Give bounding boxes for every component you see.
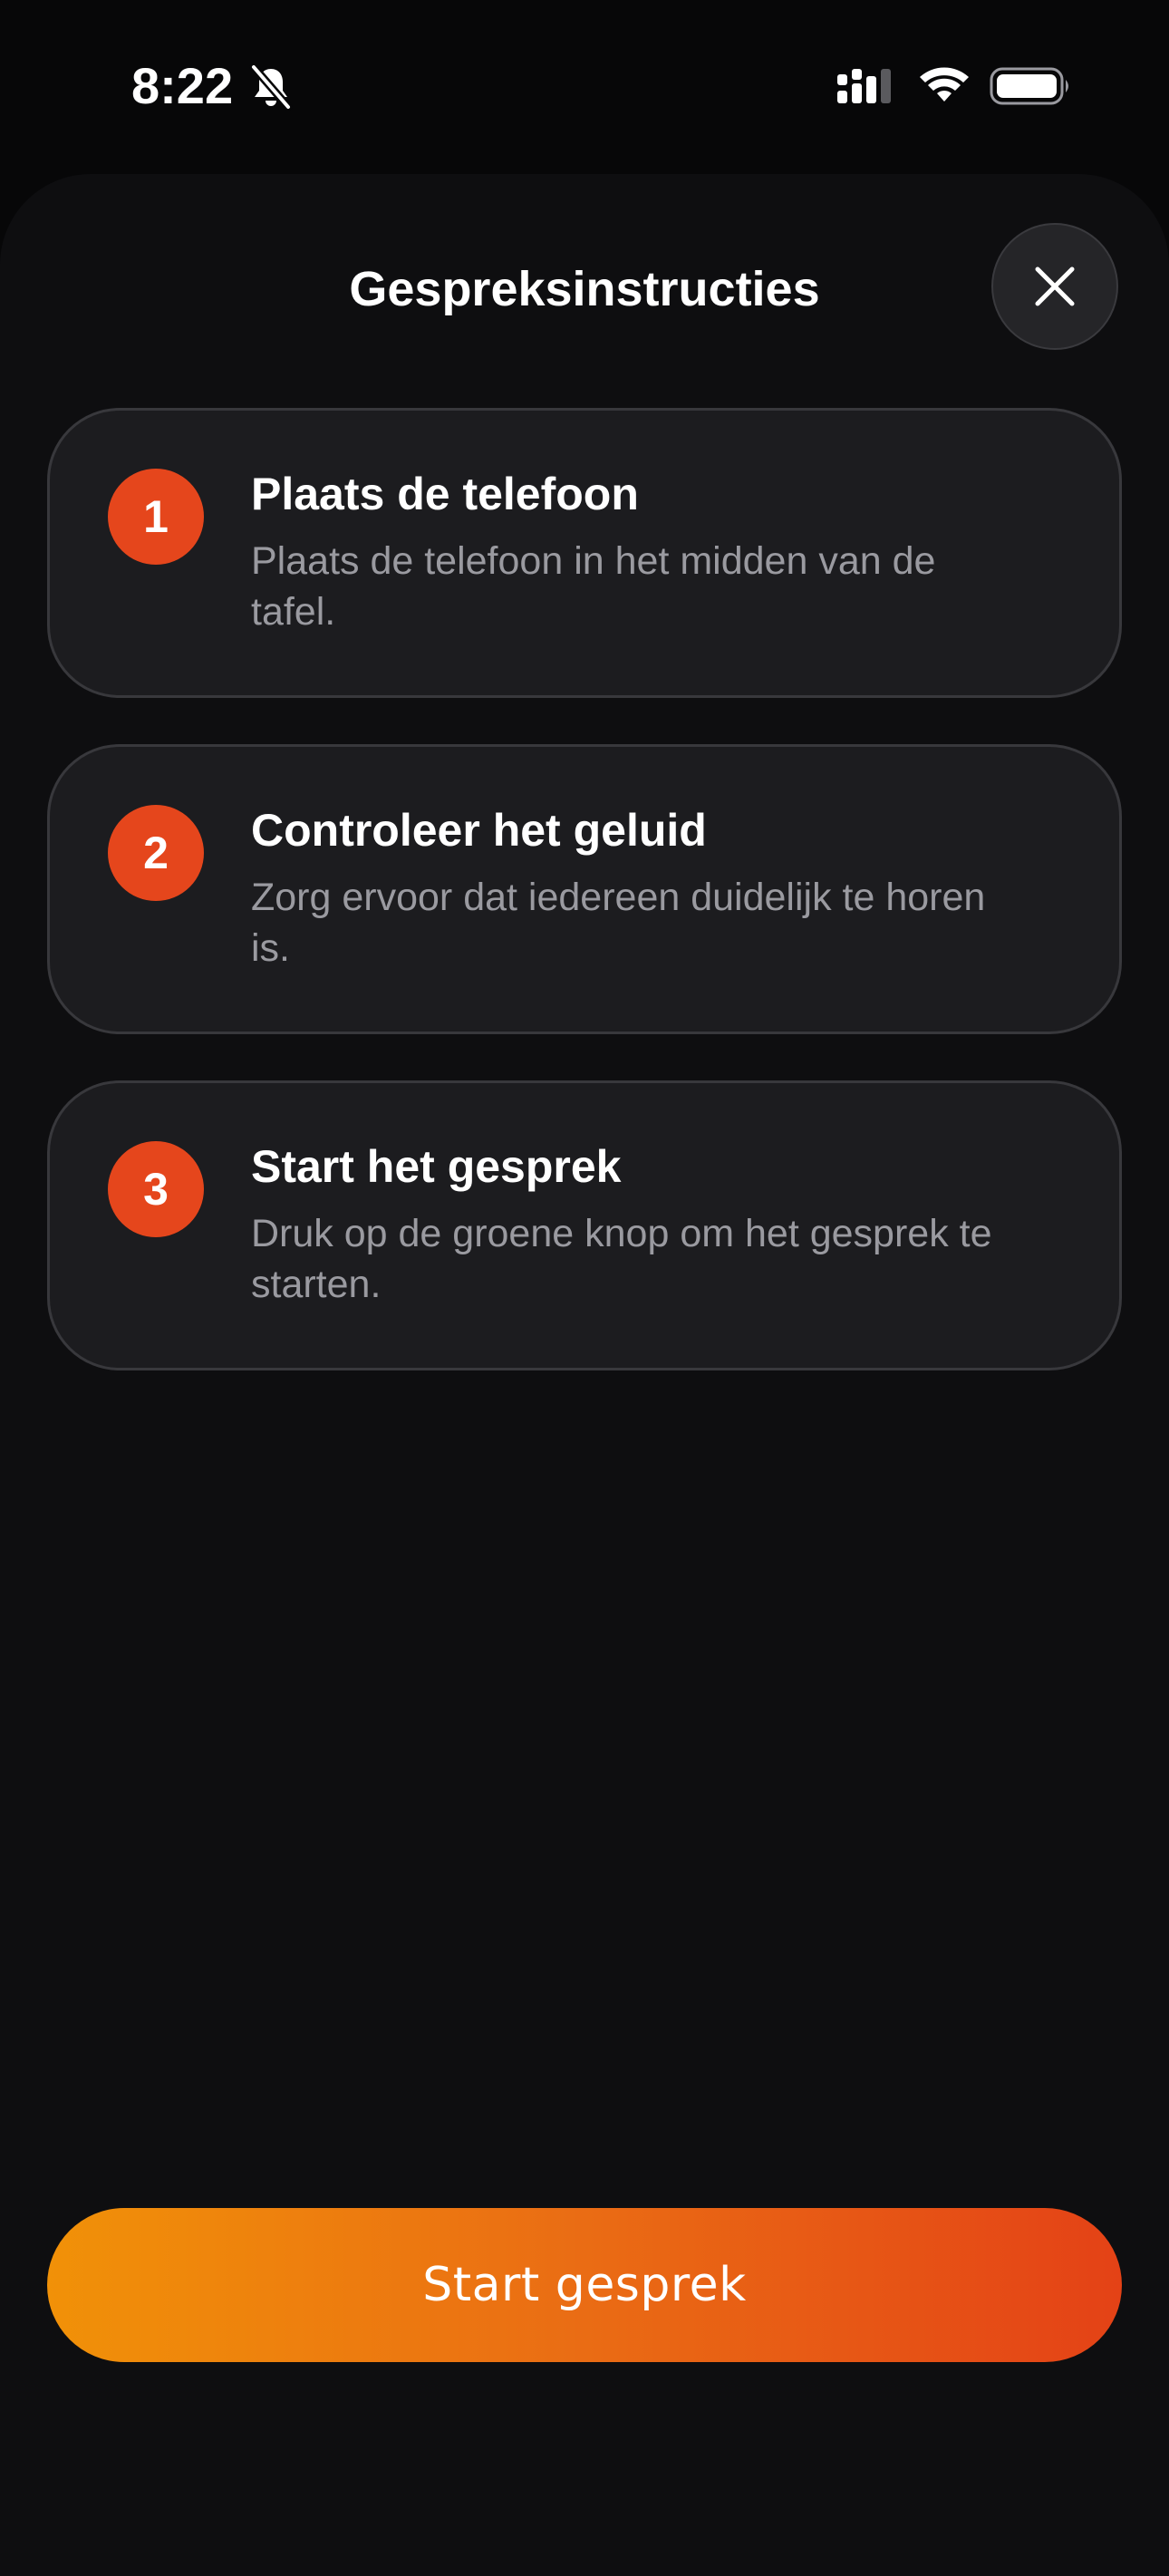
cellular-signal-icon [837, 69, 891, 103]
step-number-badge: 1 [108, 469, 204, 565]
step-card: 3 Start het gesprek Druk op de groene kn… [47, 1080, 1122, 1370]
start-conversation-button[interactable]: Start gesprek [47, 2208, 1122, 2362]
battery-icon [990, 67, 1068, 105]
close-button[interactable] [991, 223, 1118, 350]
close-icon [1035, 266, 1075, 306]
step-description: Druk op de groene knop om het gesprek te… [251, 1212, 992, 1306]
bell-slash-icon [249, 63, 293, 111]
step-description: Zorg ervoor dat iedereen duidelijk te ho… [251, 876, 986, 970]
step-card: 1 Plaats de telefoon Plaats de telefoon … [47, 408, 1122, 698]
start-button-label: Start gesprek [422, 2258, 747, 2312]
step-title: Plaats de telefoon [251, 469, 639, 519]
step-number-badge: 3 [108, 1141, 204, 1237]
status-bar: 8:22 [0, 0, 1169, 172]
step-card: 2 Controleer het geluid Zorg ervoor dat … [47, 744, 1122, 1034]
step-number-badge: 2 [108, 805, 204, 901]
wifi-icon [920, 67, 969, 102]
step-description: Plaats de telefoon in het midden van de … [251, 539, 936, 634]
status-time: 8:22 [131, 57, 234, 114]
step-title: Start het gesprek [251, 1141, 622, 1192]
step-title: Controleer het geluid [251, 805, 707, 856]
